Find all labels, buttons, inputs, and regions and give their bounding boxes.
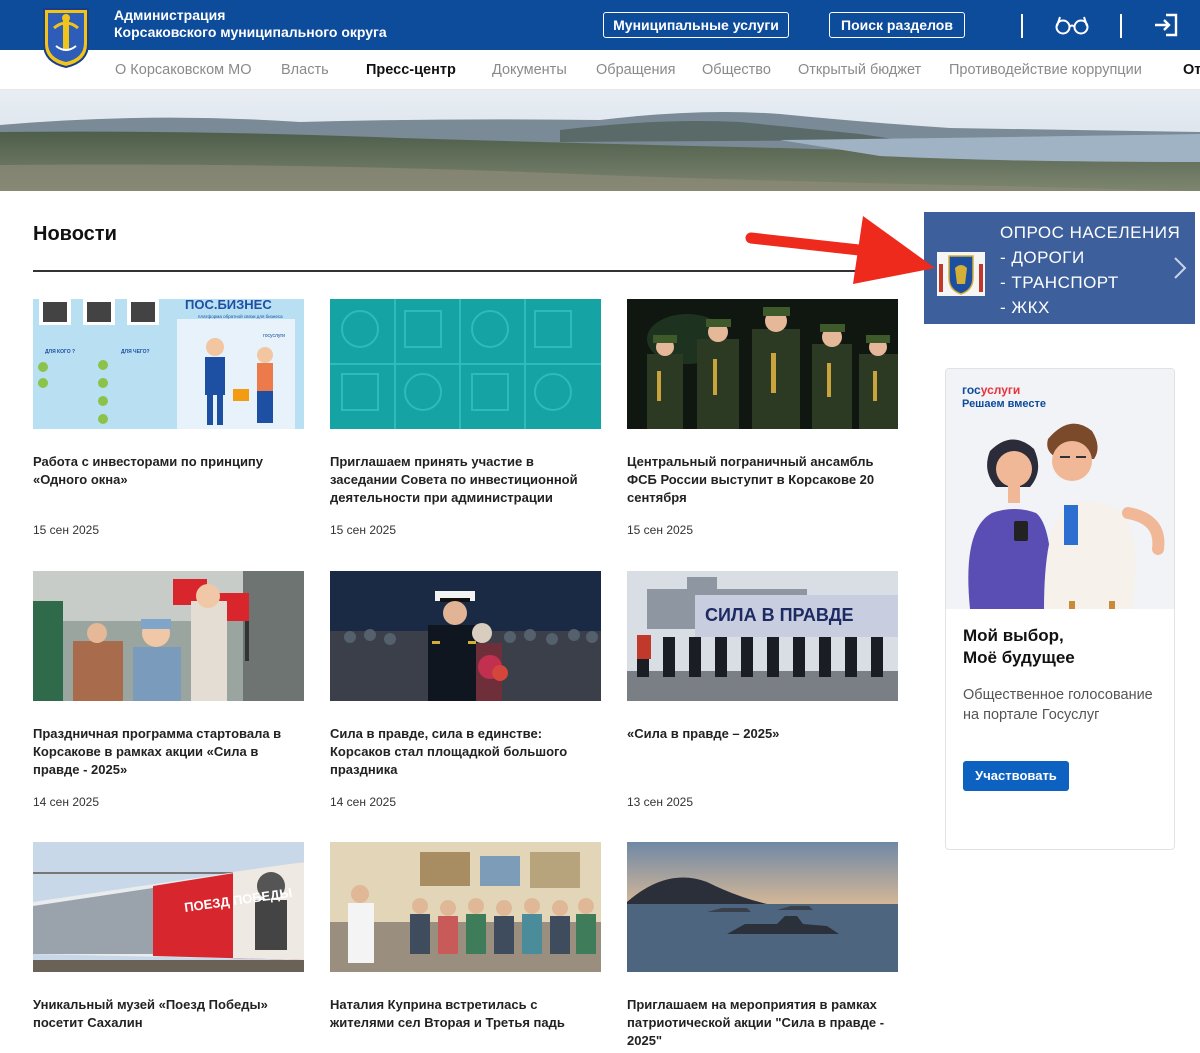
nav-item-society[interactable]: Общество	[702, 62, 771, 78]
ad-headline-line2: Моё будущее	[963, 648, 1075, 667]
nav-item-press-center[interactable]: Пресс-центр	[366, 62, 456, 78]
news-title[interactable]: Приглашаем на мероприятия в рамках патри…	[627, 996, 898, 1050]
news-title[interactable]: «Сила в правде – 2025»	[627, 725, 898, 779]
gosuslugi-ad[interactable]: госуслуги Решаем вместе Мой выбор, Моё б…	[945, 368, 1175, 850]
news-date: 15 сен 2025	[330, 523, 397, 537]
ad-description: Общественное голосование на портале Госу…	[963, 687, 1153, 723]
news-image-victory-train: ПОЕЗД ПОБЕДЫ	[33, 842, 304, 972]
nav-item-about[interactable]: О Корсаковском МО	[115, 62, 251, 78]
news-heading: Новости	[33, 223, 117, 245]
news-card[interactable]: Центральный пограничный ансамбль ФСБ Рос…	[627, 299, 898, 537]
news-title[interactable]: Центральный пограничный ансамбль ФСБ Рос…	[627, 453, 898, 507]
poll-topic-roads: - ДОРОГИ	[1000, 248, 1085, 267]
logo-part-1: гос	[962, 383, 981, 397]
news-date: 14 сен 2025	[33, 795, 100, 809]
news-title[interactable]: Работа с инвесторами по принципу «Одного…	[33, 453, 304, 507]
news-date: 15 сен 2025	[33, 523, 100, 537]
pos-gos-label: госуслуги	[263, 333, 285, 339]
poll-banner[interactable]: ОПРОС НАСЕЛЕНИЯ - ДОРОГИ - ТРАНСПОРТ - Ж…	[924, 212, 1195, 324]
poll-topic-transport: - ТРАНСПОРТ	[1000, 273, 1119, 292]
people-illustration-icon	[968, 423, 1165, 609]
news-card[interactable]: Праздничная программа стартовала в Корса…	[33, 571, 304, 809]
pos-question-1: ДЛЯ КОГО ?	[45, 349, 75, 355]
ad-headline: Мой выбор, Моё будущее	[963, 625, 1163, 669]
top-header: Администрация Корсаковского муниципально…	[0, 0, 1200, 50]
news-title[interactable]: Уникальный музей «Поезд Победы» посетит …	[33, 996, 304, 1050]
crest-icon[interactable]	[40, 6, 92, 68]
gosuslugi-logo: госуслуги	[962, 383, 1020, 397]
participate-button[interactable]: Участвовать	[963, 761, 1069, 791]
news-card[interactable]: Наталия Куприна встретилась с жителями с…	[330, 842, 601, 1050]
header-divider	[1120, 14, 1122, 38]
nav-item-anticorruption[interactable]: Противодействие коррупции	[949, 62, 1142, 78]
news-card[interactable]: Приглашаем на мероприятия в рамках патри…	[627, 842, 898, 1050]
news-card[interactable]: Приглашаем принять участие в заседании С…	[330, 299, 601, 537]
news-card[interactable]: Сила в правде, сила в единстве: Корсаков…	[330, 571, 601, 809]
news-date: 13 сен 2025	[627, 795, 694, 809]
login-icon[interactable]	[1153, 12, 1179, 38]
arrow-annotation-icon	[745, 216, 935, 284]
news-image-warship-sunset	[627, 842, 898, 972]
nav-item-documents[interactable]: Документы	[492, 62, 567, 78]
nav-item-truncated[interactable]: От	[1183, 62, 1200, 78]
news-image-ship-parade: СИЛА В ПРАВДЕ	[627, 571, 898, 701]
news-title[interactable]: Сила в правде, сила в единстве: Корсаков…	[330, 725, 601, 779]
news-divider	[33, 270, 869, 272]
landscape-banner	[0, 90, 1200, 191]
main-nav: О Корсаковском МО Власть Пресс-центр Док…	[0, 50, 1200, 90]
nav-item-open-budget[interactable]: Открытый бюджет	[798, 62, 921, 78]
nav-item-appeals[interactable]: Обращения	[596, 62, 676, 78]
nav-item-authority[interactable]: Власть	[281, 62, 329, 78]
glasses-icon[interactable]	[1055, 14, 1089, 36]
poll-title: ОПРОС НАСЕЛЕНИЯ	[1000, 223, 1181, 242]
news-image-navy-officer	[330, 571, 601, 701]
logo-part-2: услуги	[980, 383, 1021, 397]
poll-topic-housing: - ЖКХ	[1000, 298, 1050, 317]
search-sections-button[interactable]: Поиск разделов	[829, 12, 965, 38]
news-title[interactable]: Приглашаем принять участие в заседании С…	[330, 453, 601, 507]
org-name-line2: Корсаковского муниципального округа	[114, 24, 387, 40]
ad-headline-line1: Мой выбор,	[963, 626, 1064, 645]
news-image-orchestra	[627, 299, 898, 429]
municipal-services-button[interactable]: Муниципальные услуги	[603, 12, 789, 38]
pos-question-2: ДЛЯ ЧЕГО?	[121, 349, 150, 355]
news-date: 14 сен 2025	[330, 795, 397, 809]
ad-illustration-area: госуслуги Решаем вместе	[946, 369, 1174, 609]
news-card[interactable]: СИЛА В ПРАВДЕ «Сила в правде – 2025» 13 …	[627, 571, 898, 809]
news-card[interactable]: ПОЕЗД ПОБЕДЫ Уникальный музей «Поезд Поб…	[33, 842, 304, 1050]
news-title[interactable]: Праздничная программа стартовала в Корса…	[33, 725, 304, 779]
pos-subtitle: платформа обратной связи для бизнеса	[198, 313, 283, 319]
news-date: 15 сен 2025	[627, 523, 694, 537]
org-name[interactable]: Администрация Корсаковского муниципально…	[114, 7, 387, 41]
news-image-teal-pattern	[330, 299, 601, 429]
header-divider	[1021, 14, 1023, 38]
news-card[interactable]: ПОС.БИЗНЕС платформа обратной связи для …	[33, 299, 304, 537]
news-image-festival-crowd	[33, 571, 304, 701]
news-image-pos-business: ПОС.БИЗНЕС платформа обратной связи для …	[33, 299, 304, 429]
news-title[interactable]: Наталия Куприна встретилась с жителями с…	[330, 996, 601, 1050]
news-image-meeting-hall	[330, 842, 601, 972]
chevron-right-icon[interactable]	[1173, 256, 1187, 280]
poll-text: ОПРОС НАСЕЛЕНИЯ - ДОРОГИ - ТРАНСПОРТ - Ж…	[1000, 220, 1180, 320]
pos-title: ПОС.БИЗНЕС	[185, 299, 272, 312]
org-name-line1: Администрация	[114, 7, 226, 23]
ship-banner-text: СИЛА В ПРАВДЕ	[705, 605, 854, 625]
